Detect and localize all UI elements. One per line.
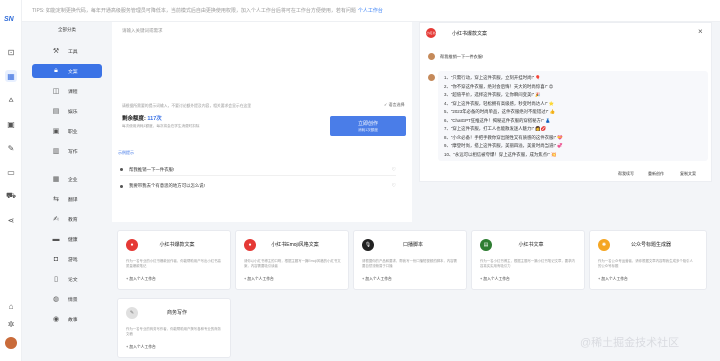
watermark: @稀土掘金技术社区 bbox=[580, 337, 680, 349]
category-item-entertainment[interactable]: ▤ 娱乐 bbox=[32, 104, 102, 118]
settings-icon[interactable]: ✲ bbox=[5, 318, 17, 330]
career-icon: ▣ bbox=[52, 128, 60, 135]
entertainment-icon: ▤ bbox=[52, 108, 60, 115]
output-panel: 小红书 小红书爆款文案 × 帮我推销一下一件衣服! 1、"只需行动，穿上这件衣服… bbox=[419, 22, 712, 182]
category-item-story[interactable]: ◉ 故事 bbox=[32, 312, 102, 326]
grid-icon[interactable]: ▦ bbox=[5, 70, 17, 82]
bot-icon[interactable]: ⊡ bbox=[5, 46, 17, 58]
category-item-paper[interactable]: ▯ 论文 bbox=[32, 272, 102, 286]
quota-value: 117次 bbox=[147, 116, 162, 122]
bullet-icon bbox=[120, 184, 123, 188]
chart-icon[interactable]: ⩟ bbox=[5, 94, 17, 106]
answer-line: 7、"穿上这件衣服，打工人也能散发迷人魅力!" 👩💋 bbox=[444, 126, 547, 131]
avatar bbox=[428, 74, 435, 81]
category-item-translate[interactable]: ⇆ 翻译 bbox=[32, 192, 102, 206]
gallery-icon[interactable]: ▣ bbox=[5, 118, 17, 130]
subscribe-icon[interactable]: ▭ bbox=[5, 166, 17, 178]
bullet-icon bbox=[120, 168, 123, 171]
input-note: 请根据所需要的提示词输入，不要讨论额外提及内容，相关要求会显示在这里 bbox=[122, 104, 252, 108]
app-logo[interactable]: SN bbox=[4, 16, 14, 23]
left-rail: SN ⊡ ▦ ⩟ ▣ ✎ ▭ ⛟ ⋖ ⌂ ✲ bbox=[0, 0, 22, 361]
user-question: 帮我推销一下一件衣服! bbox=[440, 54, 484, 59]
close-icon[interactable]: × bbox=[698, 27, 703, 36]
template-card[interactable]: ✎ 商务写作 作为一名专业的商务写作者，你能帮助用户撰写各种专业的商务文稿 + … bbox=[117, 298, 231, 358]
template-card[interactable]: ● 小红书爆款文案 作为一名专业的小红书爆款创作者，你能帮助用户写出小红书高质量… bbox=[117, 230, 231, 290]
answer-line: 5、"2023年必备的时尚单品，这件衣服绝对不能错过!" 👍 bbox=[444, 109, 556, 114]
language-select[interactable]: ✓ 语言选择 bbox=[384, 102, 404, 108]
game-icon: ◘ bbox=[53, 255, 59, 263]
category-item-health[interactable]: ▬ 健康 bbox=[32, 232, 102, 246]
scene-icon: ◍ bbox=[52, 296, 60, 303]
xiaohongshu-icon: 小红书 bbox=[426, 28, 436, 38]
answer-box: 1、"只需行动，穿上这件衣服，立刻开挂时尚!" 🎈 2、"你不穿这件衣服，绝对会… bbox=[438, 71, 708, 161]
gift-icon[interactable]: ⌂ bbox=[5, 300, 17, 312]
lightbulb-icon[interactable]: ♡ bbox=[392, 167, 396, 173]
example-item[interactable]: 我要带我去个有意思的地方可以怎么说! ♡ bbox=[120, 180, 396, 192]
education-icon: ✍ bbox=[53, 216, 59, 223]
category-item-career[interactable]: ▣ 职业 bbox=[32, 124, 102, 138]
category-list: 全部分类 ⚒ 工具 🔒︎ 文案 ◫ 课程 ▤ 娱乐 ▣ 职业 ▥ 写作 ▦ 企业 ⇆ 翻译 ✍ 教… bbox=[24, 24, 108, 361]
answer-line: 9、"摩登时尚，搭上这件衣服，美丽四溢，美爱时尚当道!" 💞 bbox=[444, 143, 563, 148]
writing-icon: ▥ bbox=[52, 148, 60, 155]
category-item-company[interactable]: ▦ 企业 bbox=[32, 172, 102, 186]
template-card[interactable]: 🎙︎ 口播脚本 请根据你的产品和要求，帮我写一份口播短视频的脚本，内容需要自然流… bbox=[353, 230, 467, 290]
company-icon: ▦ bbox=[52, 176, 60, 183]
health-icon: ▬ bbox=[52, 235, 60, 243]
toolbox-icon: ⚒ bbox=[52, 48, 60, 55]
template-card[interactable]: ✺ 公众号标题生成器 作为一名公众号运营者，请你根据文章内容帮我生成多个吸引人的… bbox=[589, 230, 707, 290]
cart-icon[interactable]: ⛟ bbox=[5, 190, 17, 202]
category-item-education[interactable]: ✍ 教育 bbox=[32, 212, 102, 226]
answer-line: 6、"ChatGPT狂推这件！揭秘这件衣服的穿搭秘方!" 👗 bbox=[444, 117, 551, 123]
add-to-workspace-button[interactable]: + 加入个人工作台 bbox=[126, 277, 156, 282]
add-to-workspace-button[interactable]: + 加入个人工作台 bbox=[598, 277, 628, 282]
share-icon[interactable]: ⋖ bbox=[5, 214, 17, 226]
examples-title: 示例提示 bbox=[118, 150, 134, 155]
add-to-workspace-button[interactable]: + 加入个人工作台 bbox=[362, 277, 392, 282]
paper-icon: ▯ bbox=[54, 276, 58, 283]
category-item-scene[interactable]: ◍ 情景 bbox=[32, 292, 102, 306]
quota-note: 每次使用消耗1额度，每次将会在学生消费时扣除 bbox=[122, 124, 200, 128]
answer-line: 1、"只需行动，穿上这件衣服，立刻开挂时尚!" 🎈 bbox=[444, 75, 541, 80]
category-item-course[interactable]: ◫ 课程 bbox=[32, 84, 102, 98]
avatar[interactable] bbox=[5, 337, 17, 349]
generate-button[interactable]: 立即创作 消耗1次额度 bbox=[330, 116, 406, 136]
answer-line: 8、"小众必备！手把手教你穿出随性又有质感的这件衣服!" 💝 bbox=[444, 134, 563, 140]
category-item-copy[interactable]: 🔒︎ 文案 bbox=[32, 64, 102, 78]
copy-button[interactable]: 复制文案 bbox=[680, 171, 696, 177]
edit-icon[interactable]: ✎ bbox=[5, 142, 17, 154]
category-head[interactable]: 全部分类 bbox=[32, 24, 102, 36]
answer-line: 10、"永远可以相信被夸爆！穿上这件衣服，成为焦点!" 💥 bbox=[444, 151, 557, 157]
template-card[interactable]: ● 小红书Emoji风格文案 请你以小红书博主的口吻，根据主题写一篇Emoji风… bbox=[235, 230, 349, 290]
add-to-workspace-button[interactable]: + 加入个人工作台 bbox=[244, 277, 274, 282]
lightbulb-icon[interactable]: ♡ bbox=[392, 183, 396, 189]
input-panel: 请输入关键词或需求 请根据所需要的提示词输入，不要讨论额外提及内容，相关要求会显… bbox=[112, 22, 412, 222]
answer-line: 2、"你不穿这件衣服，绝对会后悔！天大的时尚惊喜!" 😍 bbox=[444, 83, 554, 89]
regenerate-button[interactable]: 重新创作 bbox=[648, 171, 664, 177]
top-tips-bar: TIPS: 如能定制更换代码，每年开通高级服务管理员可降低本，当前模式后自由更换… bbox=[22, 0, 720, 22]
workspace-link[interactable]: 个人工作台 bbox=[358, 7, 383, 14]
tips-text: TIPS: 如能定制更换代码，每年开通高级服务管理员可降低本，当前模式后自由更换… bbox=[32, 8, 356, 14]
category-item-game[interactable]: ◘ 游戏 bbox=[32, 252, 102, 266]
answer-line: 4、"穿上这件衣服，轻松拥有高级感，秒变时尚达人!" ⭐ bbox=[444, 100, 555, 106]
course-icon: ◫ bbox=[52, 88, 60, 95]
add-to-workspace-button[interactable]: + 加入个人工作台 bbox=[480, 277, 510, 282]
story-icon: ◉ bbox=[52, 316, 60, 323]
copy-icon: 🔒︎ bbox=[54, 67, 58, 74]
add-to-workspace-button[interactable]: + 加入个人工作台 bbox=[126, 345, 156, 350]
category-item-tools[interactable]: ⚒ 工具 bbox=[32, 44, 102, 58]
answer-line: 3、"超值平价，选择这件衣服，让你瞬间变美!" 🎉 bbox=[444, 92, 541, 97]
category-item-writing[interactable]: ▥ 写作 bbox=[32, 144, 102, 158]
avatar bbox=[428, 53, 435, 60]
continue-button[interactable]: 帮我续写 bbox=[618, 171, 634, 177]
quota: 剩余额度: 117次 bbox=[122, 116, 162, 122]
example-item[interactable]: 帮我推销一下一件衣服! ♡ bbox=[120, 164, 396, 176]
template-card[interactable]: ▤ 小红书文章 作为一名小红书博主，根据主题写一篇小红书笔记文章，要求内容真实实… bbox=[471, 230, 585, 290]
prompt-input[interactable]: 请输入关键词或需求 bbox=[122, 28, 163, 34]
output-title: 小红书爆款文案 bbox=[452, 31, 488, 37]
main-area: 请输入关键词或需求 请根据所需要的提示词输入，不要讨论额外提及内容，相关要求会显… bbox=[112, 22, 716, 361]
translate-icon: ⇆ bbox=[53, 196, 59, 203]
